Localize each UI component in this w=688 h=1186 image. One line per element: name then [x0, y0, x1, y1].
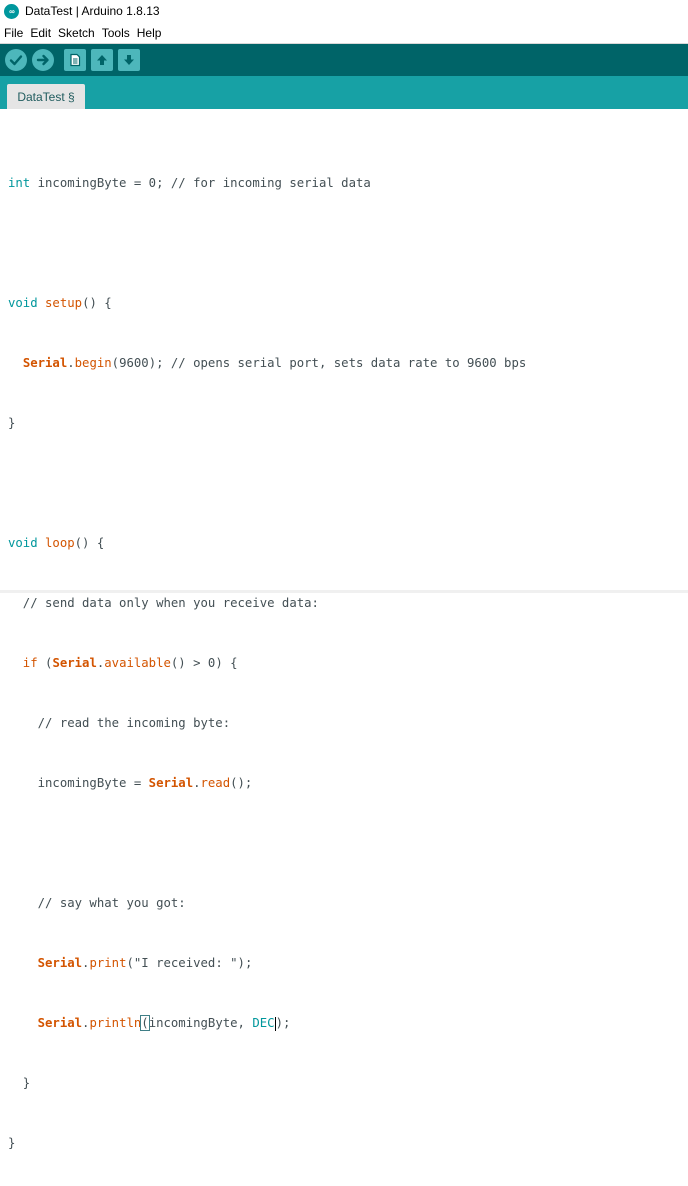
code-text: () > 0) { [170, 656, 238, 670]
function-available: available [104, 656, 171, 670]
function-begin: begin [74, 356, 112, 370]
code-text: incomingByte = [8, 776, 149, 790]
code-line-17: } [8, 1133, 526, 1153]
matched-bracket: ( [140, 1015, 150, 1031]
function-print: print [89, 956, 127, 970]
code-line-8: // send data only when you receive data: [8, 593, 526, 613]
menu-sketch[interactable]: Sketch [54, 26, 98, 40]
serial-object: Serial [37, 956, 83, 970]
tab-bar: DataTest § [0, 76, 688, 109]
code-text: () { [74, 536, 105, 550]
code-line-16: } [8, 1073, 526, 1093]
code-comment: // send data only when you receive data: [8, 596, 319, 610]
new-sketch-button[interactable] [64, 49, 86, 71]
function-setup: setup [45, 296, 83, 310]
code-line-4: Serial.begin(9600); // opens serial port… [8, 353, 526, 373]
menu-file[interactable]: File [0, 26, 26, 40]
constant-dec: DEC [252, 1016, 275, 1030]
tab-datatest[interactable]: DataTest § [7, 84, 85, 109]
code-text: } [8, 416, 16, 430]
verify-icon [9, 55, 23, 66]
dot: . [82, 1016, 90, 1030]
code-text: (); [230, 776, 253, 790]
serial-object: Serial [22, 356, 68, 370]
code-line-15: Serial.println(incomingByte, DEC); [8, 1013, 526, 1033]
menu-bar: File Edit Sketch Tools Help [0, 22, 688, 44]
code-comment: // read the incoming byte: [8, 716, 231, 730]
function-loop: loop [45, 536, 75, 550]
code-line-13: // say what you got: [8, 893, 526, 913]
code-text: (9600); // opens serial port, sets data … [111, 356, 527, 370]
keyword-if: if [8, 656, 38, 670]
upload-icon [36, 54, 49, 66]
keyword-int: int [8, 176, 31, 190]
code-editor[interactable]: int incomingByte = 0; // for incoming se… [0, 109, 688, 1150]
code-text: } [8, 1076, 31, 1090]
code-line-10: // read the incoming byte: [8, 713, 526, 733]
dot: . [82, 956, 90, 970]
save-button[interactable] [118, 49, 140, 71]
code-text: ( [37, 656, 53, 670]
tab-label: DataTest § [17, 89, 75, 104]
new-icon [70, 53, 81, 67]
title-bar: ∞ DataTest | Arduino 1.8.13 [0, 0, 688, 22]
keyword-void: void [8, 536, 38, 550]
dot: . [193, 776, 201, 790]
save-icon [124, 55, 134, 65]
code-area[interactable]: int incomingByte = 0; // for incoming se… [8, 133, 526, 1186]
function-read: read [200, 776, 231, 790]
code-text: incomingByte, [148, 1016, 253, 1030]
code-text: } [8, 1136, 16, 1150]
code-comment: // say what you got: [8, 896, 186, 910]
code-line-7: void loop() { [8, 533, 526, 553]
menu-help[interactable]: Help [133, 26, 165, 40]
code-line-11: incomingByte = Serial.read(); [8, 773, 526, 793]
code-line-1: int incomingByte = 0; // for incoming se… [8, 173, 526, 193]
code-line-9: if (Serial.available() > 0) { [8, 653, 526, 673]
dot: . [96, 656, 105, 670]
menu-edit[interactable]: Edit [26, 26, 54, 40]
arduino-logo-icon: ∞ [4, 3, 19, 19]
code-line-14: Serial.print("I received: "); [8, 953, 526, 973]
menu-tools[interactable]: Tools [98, 26, 133, 40]
toolbar [0, 44, 688, 76]
window-title: DataTest | Arduino 1.8.13 [25, 4, 160, 18]
code-text: incomingByte = 0; // for incoming serial… [30, 176, 371, 190]
code-text: () { [82, 296, 112, 310]
serial-object: Serial [37, 1016, 83, 1030]
verify-button[interactable] [5, 49, 27, 71]
code-text: ); [275, 1016, 291, 1030]
code-line-5: } [8, 413, 526, 433]
open-icon [97, 55, 107, 65]
keyword-void: void [8, 296, 38, 310]
serial-object: Serial [148, 776, 194, 790]
open-button[interactable] [91, 49, 113, 71]
code-text: ("I received: "); [126, 956, 253, 970]
code-line-3: void setup() { [8, 293, 526, 313]
dot: . [67, 356, 75, 370]
function-println: println [89, 1016, 142, 1030]
serial-object: Serial [52, 656, 97, 670]
upload-button[interactable] [32, 49, 54, 71]
